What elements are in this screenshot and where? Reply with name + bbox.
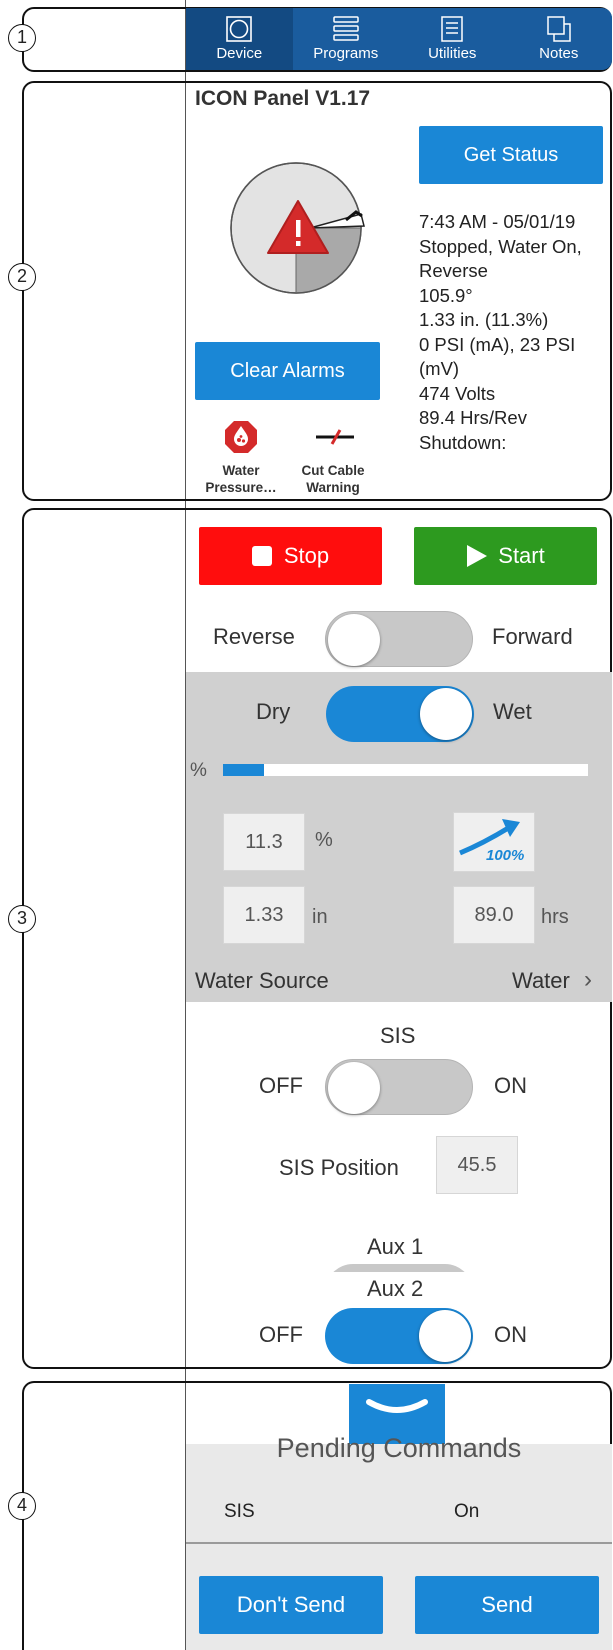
pending-row-value: On [454,1501,480,1522]
aux2-toggle[interactable] [325,1308,473,1364]
tab-utilities[interactable]: Utilities [399,8,506,70]
dont-send-button[interactable]: Don't Send [199,1576,383,1634]
sis-position-field[interactable]: 45.5 [436,1136,518,1194]
alarm-label-cut-cable-line2: Warning [306,480,360,495]
direction-toggle[interactable] [325,611,473,667]
status-line-state: Stopped, Water On, [419,235,582,257]
pending-row: SIS On [186,1497,612,1533]
water-source-label: Water Source [195,968,329,993]
alarm-label-cut-cable-line1: Cut Cable [301,463,365,478]
stop-label: Stop [283,543,330,568]
reverse-label: Reverse [213,624,295,649]
depth-field[interactable]: 1.33 [223,886,305,944]
utilities-icon [441,16,463,42]
notes-icon [547,16,571,42]
pending-row-command: SIS [224,1501,255,1522]
status-line-angle: 105.9° [419,284,473,306]
alarm-label-cut-cable: Cut Cable Warning [290,462,376,496]
get-status-button[interactable]: Get Status [419,126,603,184]
start-label: Start [498,543,545,568]
status-info: 7:43 AM - 05/01/19 Stopped, Water On, Re… [419,210,604,455]
tab-device[interactable]: Device [186,8,293,70]
status-line-pressure: 0 PSI (mA), 23 PSI [419,333,576,355]
tab-notes-label: Notes [539,45,579,62]
device-icon [226,16,253,42]
aux2-off-label: OFF [259,1322,303,1347]
tab-programs-label: Programs [313,45,379,62]
wet-label: Wet [493,699,532,724]
sis-toggle-knob [328,1062,380,1114]
chevron-right-icon: › [584,966,592,993]
callout-number-3: 3 [8,905,36,933]
alarm-label-water-pressure-line2: Pressure… [205,480,277,495]
status-line-depth: 1.33 in. (11.3%) [419,309,549,330]
speed-badge[interactable]: 100% [453,812,535,872]
stop-icon [251,546,272,566]
status-line-hours: 89.4 Hrs/Rev [419,407,527,428]
cut-cable-icon [316,429,354,445]
warning-icon [267,200,329,254]
tab-device-label: Device [216,45,263,62]
sis-title: SIS [380,1023,416,1048]
status-line-shutdown: Shutdown: [419,431,507,453]
aux2-toggle-knob [419,1310,471,1362]
sis-position-label: SIS Position [279,1155,399,1180]
tab-utilities-label: Utilities [428,45,477,62]
progress-track [223,764,588,776]
programs-icon [333,16,359,41]
aux2-title: Aux 2 [367,1276,424,1301]
alarm-label-water-pressure: Water Pressure… [198,462,284,496]
direction-toggle-knob [328,614,380,666]
aux1-title: Aux 1 [367,1234,424,1259]
clear-alarms-button[interactable]: Clear Alarms [195,342,380,400]
callout-number-1: 1 [8,24,36,52]
play-icon [467,545,488,567]
callout-number-4: 4 [8,1492,36,1520]
stop-button[interactable]: Stop [199,527,382,585]
status-line-direction: Reverse [419,260,488,281]
pending-divider [186,1542,612,1544]
tab-programs[interactable]: Programs [293,8,400,70]
pending-commands-title: Pending Commands [276,1433,522,1463]
percent-field[interactable]: 11.3 [223,813,305,871]
sis-on-label: ON [494,1073,527,1098]
aux2-on-label: ON [494,1322,527,1347]
tab-notes[interactable]: Notes [506,8,613,70]
aux1-toggle-partial[interactable] [325,1264,473,1272]
start-button[interactable]: Start [414,527,597,585]
sis-toggle[interactable] [325,1059,473,1115]
alarm-label-water-pressure-line1: Water [222,463,260,478]
hours-field[interactable]: 89.0 [453,886,535,944]
panel-title: ICON Panel V1.17 [195,87,371,110]
sis-off-label: OFF [259,1073,303,1098]
percent-unit: % [315,829,333,851]
wet-dry-toggle[interactable] [326,686,474,742]
send-button[interactable]: Send [415,1576,599,1634]
status-line-volts: 474 Volts [419,382,496,404]
status-line-time: 7:43 AM - 05/01/19 [419,211,576,232]
status-line-pressure-unit: (mV) [419,358,460,379]
speed-badge-label: 100% [486,847,525,864]
water-source-row[interactable]: Water Source Water › [186,962,612,1000]
wet-dry-toggle-knob [420,688,472,740]
water-source-value: Water [512,968,570,993]
forward-label: Forward [492,624,573,649]
tab-bar: Device Programs Utilities Notes [186,8,612,70]
progress-percent-label: % [190,760,207,781]
water-pressure-icon [225,421,257,453]
depth-unit: in [312,906,328,928]
hours-unit: hrs [541,906,569,928]
dry-label: Dry [256,699,291,724]
progress-fill [223,764,265,776]
callout-number-2: 2 [8,263,36,291]
